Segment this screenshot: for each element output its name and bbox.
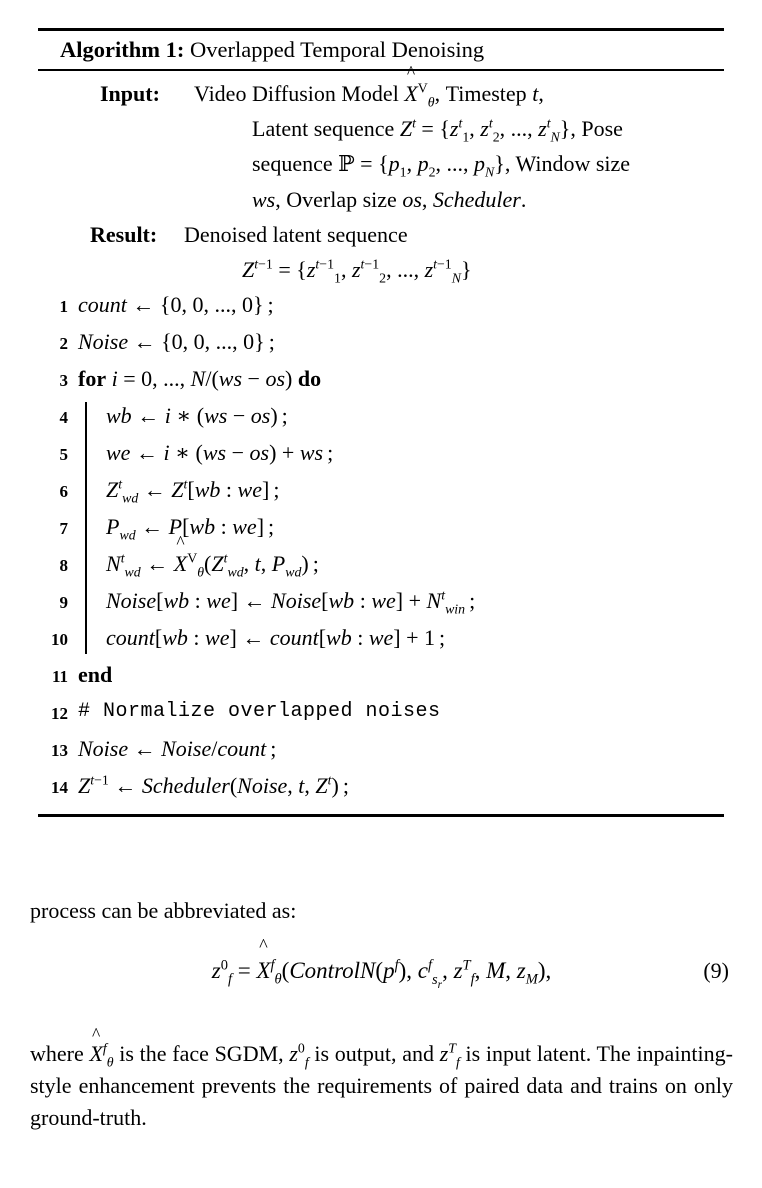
line-content: end — [78, 662, 113, 687]
line-content: count ← {0, 0, ..., 0}; — [78, 292, 274, 317]
algorithm-block: Algorithm 1: Overlapped Temporal Denoisi… — [38, 28, 724, 817]
algorithm-title: Overlapped Temporal Denoising — [189, 37, 485, 62]
line-comment: # Normalize overlapped noises — [78, 700, 441, 723]
line-number: 4 — [59, 408, 69, 427]
line-number: 8 — [59, 556, 69, 575]
algorithm-line: 3 for i = 0, ..., N/(ws − os) do — [38, 361, 724, 398]
line-content: Ztwd ← Zt[wb : we]; — [106, 476, 280, 506]
algorithm-line: 11 end — [38, 657, 724, 694]
equation-9-body: z0f = ^ Xfθ(ControlN(pf), cfsr, zTf, M, z… — [211, 934, 552, 991]
line-content: we ← i ∗ (ws − os) + ws; — [106, 440, 334, 465]
result-line-2: Zt−1 = {zt−11, zt−12, ..., zt−1N} — [242, 256, 472, 286]
algorithm-line: 6 Ztwd ← Zt[wb : we]; — [38, 472, 724, 509]
input-line-4: ws, Overlap size os, Scheduler. — [252, 187, 527, 212]
line-content: Zt−1 ← Scheduler(Noise, t, Zt); — [78, 772, 349, 798]
line-number: 12 — [51, 704, 68, 723]
line-number: 3 — [59, 371, 69, 390]
algorithm-body: Input: Video Diffusion Model ^ XVθ, Times… — [38, 62, 724, 814]
algorithm-line: 8 Ntwd ← ^ XVθ(Ztwd, t, Pwd); — [38, 532, 724, 583]
equation-9: z0f = ^ Xfθ(ControlN(pf), cfsr, zTf, M, z… — [30, 934, 733, 1000]
line-content: wb ← i ∗ (ws − os); — [106, 403, 288, 428]
input-content: Video Diffusion Model ^ XVθ, Timestep t, … — [188, 62, 724, 217]
symbol-face-sgdm: ^ Xfθ — [89, 1024, 114, 1070]
algorithm-line: 1 count ← {0, 0, ..., 0}; — [38, 287, 724, 324]
line-number: 14 — [51, 778, 68, 797]
line-content: Ntwd ← ^ XVθ(Ztwd, t, Pwd); — [106, 532, 319, 580]
line-content: for i = 0, ..., N/(ws − os) do — [78, 366, 322, 391]
loop-indent-bar — [68, 583, 96, 620]
line-number: 13 — [51, 741, 68, 760]
loop-indent-bar — [68, 509, 96, 546]
algorithm-line: 4 wb ← i ∗ (ws − os); — [38, 398, 724, 435]
algorithm-bottom-rule — [38, 814, 724, 817]
line-number: 2 — [59, 334, 69, 353]
algorithm-line: 10 count[wb : we] ← count[wb : we] + 1; — [38, 620, 724, 657]
algorithm-line: 7 Pwd ← P[wb : we]; — [38, 509, 724, 546]
algorithm-line: 5 we ← i ∗ (ws − os) + ws; — [38, 435, 724, 472]
algorithm-line: 13 Noise ← Noise/count; — [38, 731, 724, 768]
algorithm-label: Algorithm 1: — [60, 37, 185, 62]
line-content: Noise[wb : we] ← Noise[wb : we] + Ntwin; — [106, 587, 476, 617]
algorithm-line: 2 Noise ← {0, 0, ..., 0}; — [38, 324, 724, 361]
loop-indent-bar — [68, 546, 96, 583]
line-number: 5 — [59, 445, 69, 464]
algorithm-line: 9 Noise[wb : we] ← Noise[wb : we] + Ntwi… — [38, 583, 724, 620]
algorithm-caption: Algorithm 1: Overlapped Temporal Denoisi… — [38, 31, 724, 69]
line-number: 6 — [59, 482, 69, 501]
result-line-1: Denoised latent sequence — [184, 222, 408, 247]
symbol-z-input: zTf — [439, 1040, 460, 1070]
explain-part-2: is the face SGDM, — [113, 1041, 290, 1066]
algorithm-line: 12 # Normalize overlapped noises — [38, 694, 724, 731]
input-line-3: sequence ℙ = {p1, p2, ..., pN}, Window s… — [252, 151, 631, 180]
algorithm-result-row: Result: Denoised latent sequence Zt−1 = … — [38, 217, 724, 287]
explain-part-1: where — [30, 1041, 90, 1066]
line-number: 9 — [59, 593, 69, 612]
line-content: count[wb : we] ← count[wb : we] + 1; — [106, 625, 446, 650]
line-content: Noise ← {0, 0, ..., 0}; — [78, 329, 275, 354]
line-number: 1 — [59, 297, 69, 316]
line-number: 7 — [59, 519, 69, 538]
algorithm-line: 14 Zt−1 ← Scheduler(Noise, t, Zt); — [38, 768, 724, 805]
paper-page: Algorithm 1: Overlapped Temporal Denoisi… — [0, 0, 762, 1188]
loop-indent-bar — [68, 398, 96, 435]
line-content: Pwd ← P[wb : we]; — [106, 514, 275, 543]
line-number: 11 — [51, 667, 68, 686]
symbol-z-output: z0f — [289, 1040, 309, 1070]
line-number: 10 — [51, 630, 68, 649]
line-content: Noise ← Noise/count; — [78, 736, 277, 761]
result-label: Result: — [90, 222, 158, 247]
loop-indent-bar — [68, 472, 96, 509]
algorithm-input-row: Input: Video Diffusion Model ^ XVθ, Times… — [38, 62, 724, 217]
input-line-1: Video Diffusion Model ^ XVθ, Timestep t, — [194, 62, 544, 110]
input-line-2: Latent sequence Zt = {zt1, zt2, ..., ztN… — [252, 115, 623, 145]
loop-indent-bar — [68, 620, 96, 657]
loop-indent-bar — [68, 435, 96, 472]
equation-number: (9) — [703, 958, 729, 983]
explain-part-3: is output, and — [308, 1041, 440, 1066]
paragraph-explanation: where ^ Xfθ is the face SGDM, z0f is outp… — [30, 1024, 733, 1134]
paragraph-intro: process can be abbreviated as: — [30, 898, 297, 923]
result-content: Denoised latent sequence Zt−1 = {zt−11, … — [178, 217, 724, 287]
input-label: Input: — [100, 81, 160, 106]
